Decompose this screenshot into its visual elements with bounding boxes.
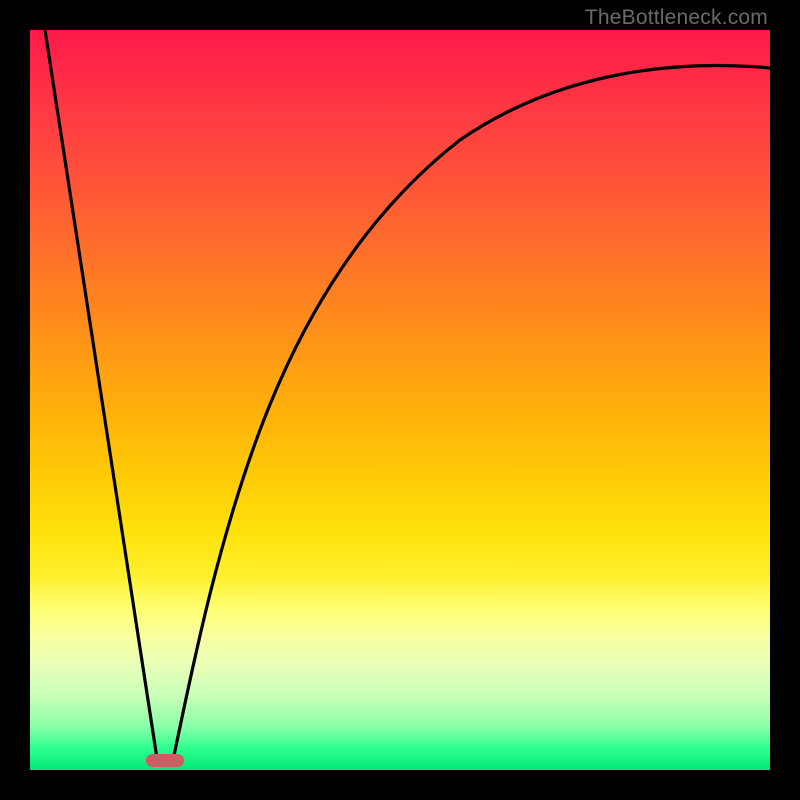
watermark-text: TheBottleneck.com [585, 6, 768, 30]
chart-container: TheBottleneck.com [0, 0, 800, 800]
bottleneck-curve [30, 30, 770, 770]
curve-right-branch [172, 66, 770, 765]
plot-area [30, 30, 770, 770]
optimal-point-marker [146, 754, 184, 767]
curve-left-branch [45, 30, 158, 765]
